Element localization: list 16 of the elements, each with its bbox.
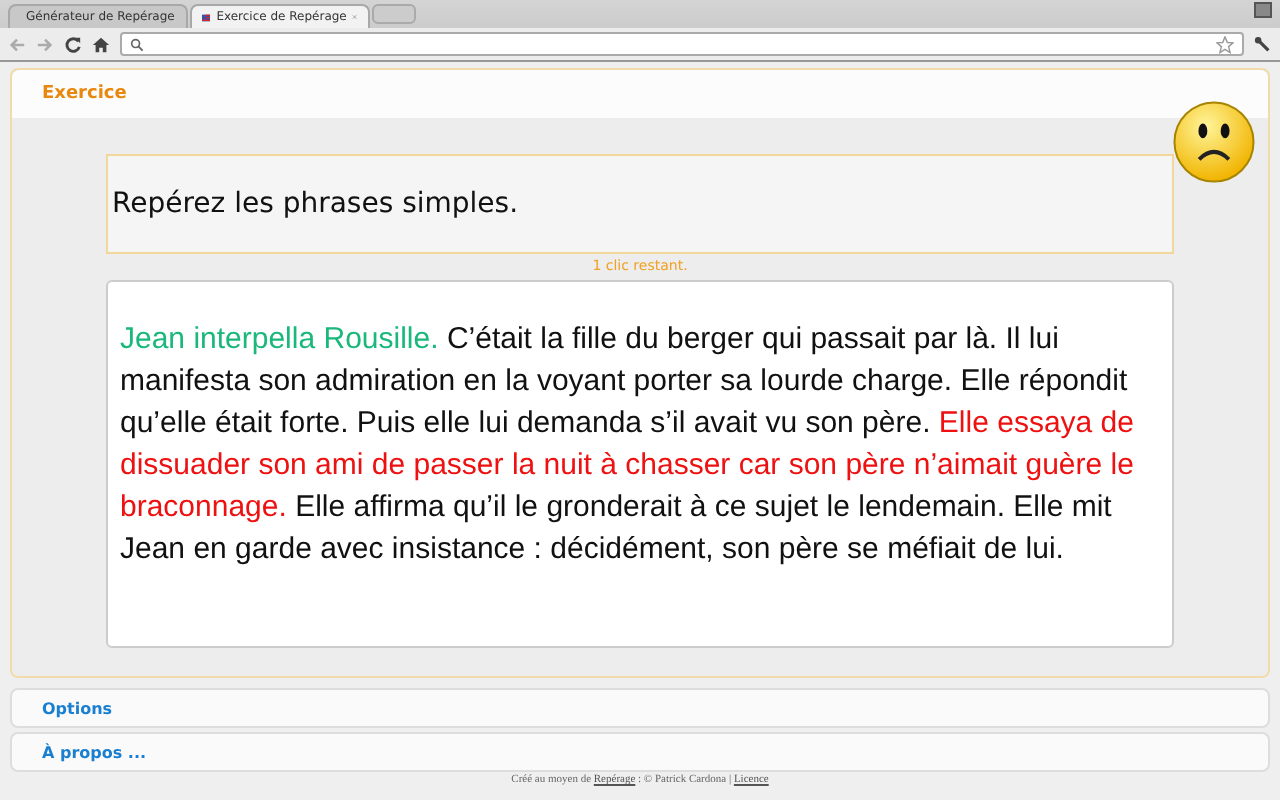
section-header[interactable]: Options: [10, 688, 1270, 728]
instruction-text: Repérez les phrases simples.: [112, 188, 519, 220]
passage-text[interactable]: Jean interpella Rousille. C’était la fille du berger qui passait par là. Il lui manifesta son admiration en la voyant porter sa lourde charge. Elle répondit qu’elle était forte. Puis elle lui demanda s’il avait vu son père. Elle essaya de dissuader son ami de passer la nuit à chasser car son père n’aimait guère le braconnage. Elle affirma qu’il le gronderait à ce sujet le lendemain. Elle mit Jean en garde avec insistance : décidément, son père se méfiait de lui.: [120, 318, 1160, 570]
forward-arrow-icon[interactable]: [36, 35, 54, 53]
home-icon[interactable]: [92, 35, 110, 53]
flag-icon: [202, 11, 211, 23]
new-tab-button[interactable]: [372, 4, 416, 24]
section-header[interactable]: À propos ...: [10, 732, 1270, 772]
reload-icon[interactable]: [64, 35, 82, 53]
back-arrow-icon[interactable]: [8, 35, 26, 53]
sad-face-icon: [1172, 100, 1256, 184]
search-icon: [130, 37, 144, 51]
address-field[interactable]: [120, 32, 1244, 56]
star-icon[interactable]: [1216, 35, 1234, 53]
restore-window-icon[interactable]: [1254, 2, 1272, 18]
wrench-icon[interactable]: [1254, 35, 1272, 53]
